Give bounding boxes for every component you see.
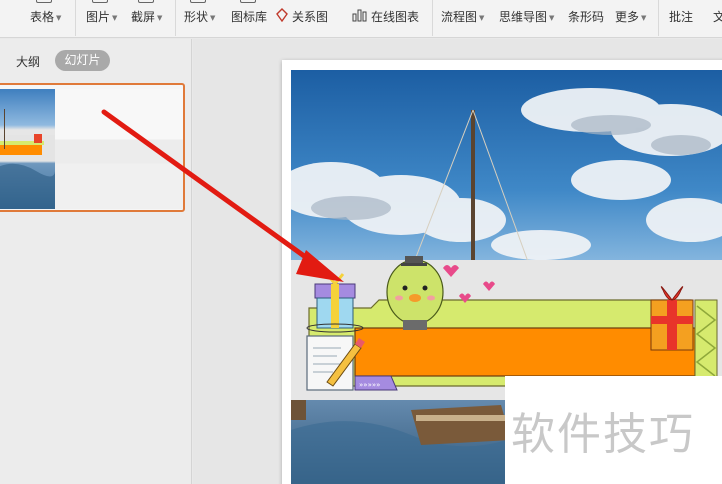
icon-library-button[interactable]: 图标库: [231, 0, 267, 34]
watermark-text: 软件技巧: [511, 409, 695, 460]
app-window: 表格 ▼ 图片 ▼ 截屏 ▼ 形状 ▼ 图标库 关系图 在线图表 流程图 ▼ 思维导图 ▼ …: [0, 0, 722, 484]
online-chart-icon: [352, 8, 368, 25]
thumbnail-background: [55, 89, 183, 209]
ribbon-toolbar: 表格 ▼ 图片 ▼ 截屏 ▼ 形状 ▼ 图标库 关系图 在线图表 流程图 ▼ 思维导图 ▼ …: [0, 0, 722, 38]
more-button[interactable]: 更多 ▼: [615, 0, 646, 34]
tab-outline[interactable]: 大纲: [16, 53, 40, 70]
online-chart-button[interactable]: 在线图表: [352, 0, 419, 34]
relation-diagram-icon: [275, 8, 289, 25]
thumbnail-image: [0, 89, 55, 209]
slide-panel: 大纲 幻灯片: [0, 39, 192, 484]
table-button[interactable]: 表格 ▼: [30, 0, 61, 34]
toolbar-divider: [75, 0, 76, 36]
comment-button[interactable]: 批注: [669, 0, 693, 34]
watermark: 软件技巧: [505, 376, 722, 484]
tab-slides[interactable]: 幻灯片: [55, 50, 110, 71]
toolbar-divider: [658, 0, 659, 36]
mindmap-button[interactable]: 思维导图 ▼: [499, 0, 554, 34]
relation-diagram-button[interactable]: 关系图: [275, 0, 328, 34]
barcode-button[interactable]: 条形码: [568, 0, 604, 34]
flowchart-button[interactable]: 流程图 ▼: [441, 0, 484, 34]
shape-button[interactable]: 形状 ▼: [184, 0, 215, 34]
svg-text:»»»»»: »»»»»: [359, 381, 380, 389]
text-button[interactable]: 文: [713, 0, 722, 34]
toolbar-divider: [432, 0, 433, 36]
toolbar-divider: [175, 0, 176, 36]
picture-button[interactable]: 图片 ▼: [86, 0, 117, 34]
slide-thumbnail[interactable]: [0, 83, 185, 212]
screenshot-button[interactable]: 截屏 ▼: [131, 0, 162, 34]
